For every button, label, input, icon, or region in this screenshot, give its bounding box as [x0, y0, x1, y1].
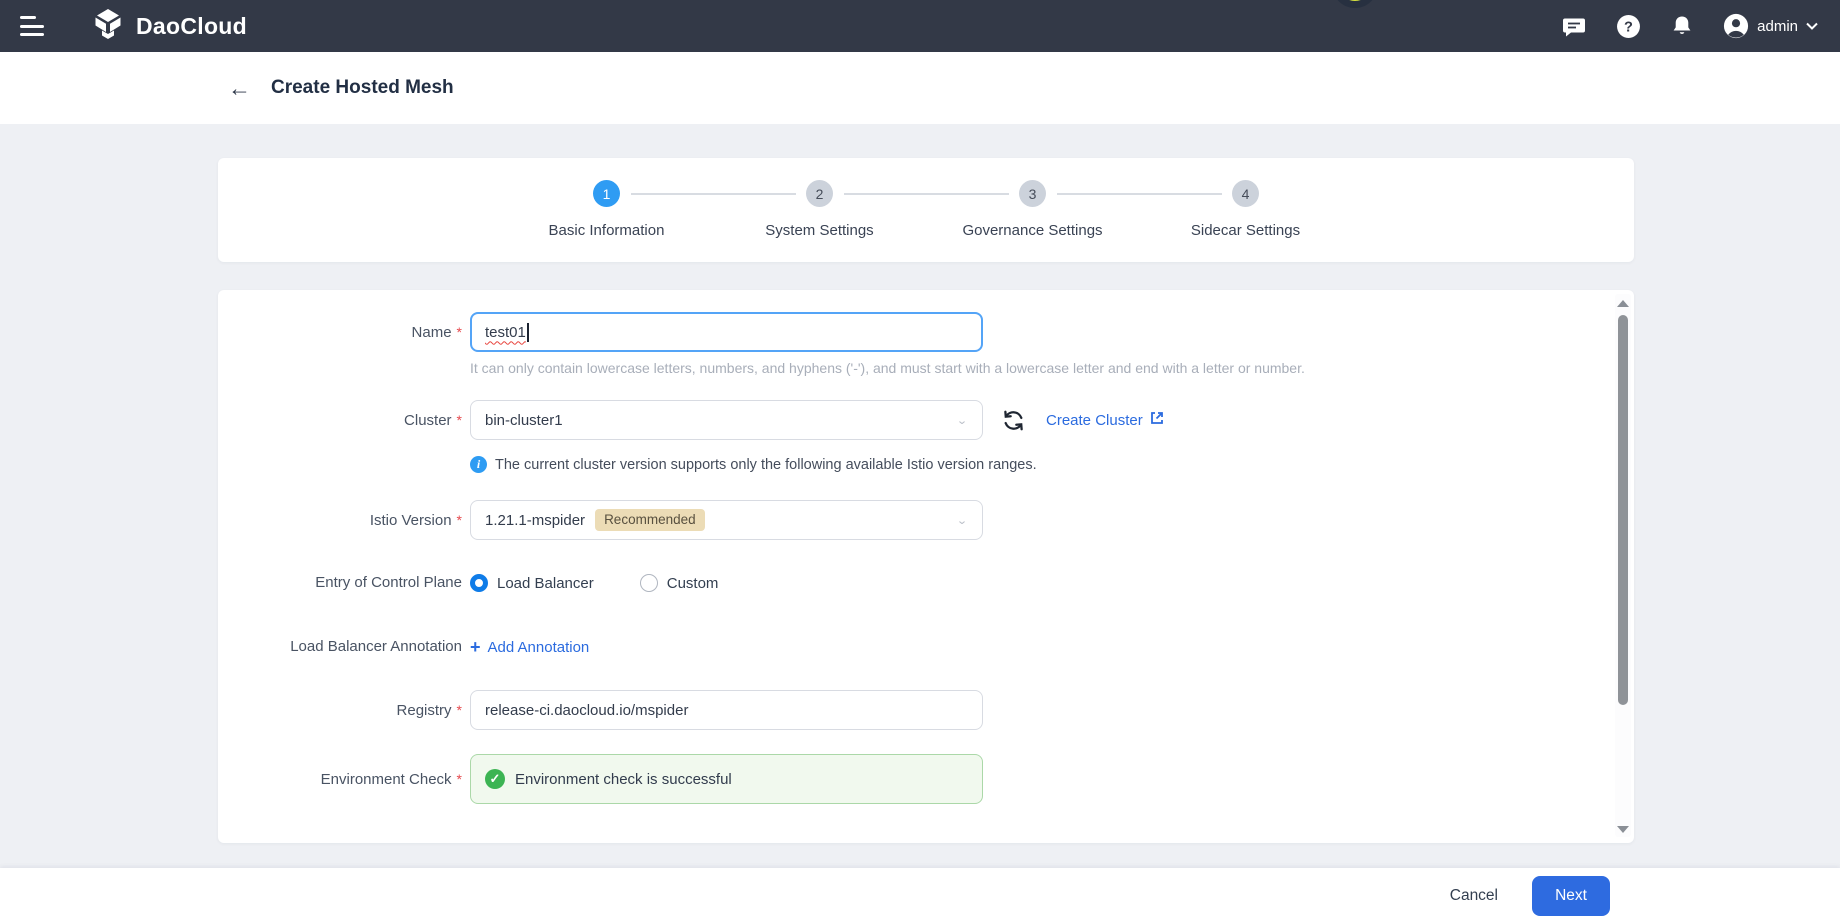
step-circle: 3 [1019, 180, 1046, 207]
scrollbar-thumb[interactable] [1618, 315, 1628, 705]
user-menu[interactable]: admin [1723, 13, 1818, 39]
page-header: ← Create Hosted Mesh [0, 52, 1840, 124]
step-label: Sidecar Settings [1190, 222, 1301, 239]
avatar-icon [1723, 13, 1749, 39]
environment-check-label: Environment Check * [320, 771, 462, 788]
radio-label: Custom [666, 574, 719, 592]
required-asterisk: * [456, 412, 462, 428]
cluster-note-text: The current cluster version supports onl… [495, 456, 1037, 473]
step-label: Basic Information [548, 222, 665, 239]
cluster-note-row: i The current cluster version supports o… [470, 456, 1840, 473]
svg-text:?: ? [1624, 19, 1633, 35]
create-cluster-link[interactable]: Create Cluster [1046, 410, 1165, 430]
entry-of-control-plane-label: Entry of Control Plane [315, 574, 462, 591]
daocloud-logo-icon [90, 6, 126, 47]
step-circle: 2 [806, 180, 833, 207]
menu-toggle-icon[interactable] [20, 16, 46, 36]
radio-unselected-icon [639, 574, 658, 592]
istio-version-select[interactable]: 1.21.1-mspider Recommended ⌄ [470, 500, 983, 540]
step-governance-settings[interactable]: 3 Governance Settings [926, 180, 1222, 239]
name-label: Name * [411, 324, 462, 341]
step-label: System Settings [765, 222, 874, 239]
top-navbar: DaoCloud ? admin [0, 0, 1840, 52]
required-asterisk: * [456, 771, 462, 787]
registry-label: Registry * [396, 702, 462, 719]
step-circle: 4 [1232, 180, 1259, 207]
chevron-down-icon: ⌄ [956, 513, 968, 526]
name-input-value: test01 [485, 323, 526, 341]
cluster-select[interactable]: bin-cluster1 ⌄ [470, 400, 983, 440]
name-input[interactable]: test01 [470, 312, 983, 352]
refresh-clusters-icon[interactable] [1000, 407, 1026, 433]
step-basic-information[interactable]: 1 Basic Information [500, 180, 796, 239]
step-circle: 1 [593, 180, 620, 207]
form-scrollbar[interactable] [1615, 294, 1631, 837]
brand-name: DaoCloud [136, 12, 247, 39]
wizard-stepper: 1 Basic Information 2 System Settings 3 … [500, 180, 1352, 239]
radio-load-balancer[interactable]: Load Balancer [470, 574, 594, 592]
required-asterisk: * [456, 512, 462, 528]
feedback-icon[interactable] [1561, 13, 1587, 39]
environment-check-status: ✓ Environment check is successful [470, 754, 983, 804]
step-sidecar-settings[interactable]: 4 Sidecar Settings [1139, 180, 1352, 239]
add-annotation-label: Add Annotation [487, 638, 590, 656]
stepper-card: 1 Basic Information 2 System Settings 3 … [218, 158, 1634, 262]
next-button[interactable]: Next [1532, 876, 1610, 916]
external-link-icon [1149, 410, 1165, 430]
chevron-down-icon [1806, 17, 1818, 35]
success-check-icon: ✓ [485, 769, 505, 789]
step-label: Governance Settings [962, 222, 1103, 239]
cluster-select-value: bin-cluster1 [485, 411, 563, 429]
load-balancer-annotation-label: Load Balancer Annotation [290, 638, 462, 655]
page-title: Create Hosted Mesh [271, 77, 454, 98]
step-system-settings[interactable]: 2 System Settings [713, 180, 1009, 239]
cluster-label: Cluster * [404, 412, 462, 429]
scrollbar-up-arrow[interactable] [1617, 300, 1629, 307]
recommended-badge: Recommended [595, 509, 705, 531]
scrollbar-down-arrow[interactable] [1617, 826, 1629, 833]
basic-information-form-card: Name * test01 It can only contain lowerca… [218, 290, 1634, 843]
name-helper-row: It can only contain lowercase letters, n… [470, 360, 1840, 378]
back-arrow-icon[interactable]: ← [228, 76, 251, 100]
required-asterisk: * [456, 702, 462, 718]
registry-input[interactable]: release-ci.daocloud.io/mspider [470, 690, 983, 730]
chevron-down-icon: ⌄ [956, 413, 968, 426]
brand-logo[interactable]: DaoCloud [90, 6, 247, 47]
radio-label: Load Balancer [497, 574, 594, 592]
username-label: admin [1757, 17, 1798, 35]
radio-custom[interactable]: Custom [639, 574, 719, 592]
add-annotation-button[interactable]: + Add Annotation [470, 634, 589, 660]
cancel-button[interactable]: Cancel [1450, 887, 1498, 905]
istio-version-label: Istio Version * [369, 512, 462, 529]
info-icon: i [470, 456, 487, 473]
text-caret [526, 322, 529, 342]
plus-icon: + [470, 637, 481, 657]
assistant-peek-circle[interactable] [1332, 0, 1378, 8]
wizard-footer: Cancel Next [0, 868, 1840, 924]
required-asterisk: * [456, 324, 462, 340]
environment-check-message: Environment check is successful [515, 770, 732, 788]
name-helper-text: It can only contain lowercase letters, n… [470, 360, 1305, 376]
radio-selected-icon [470, 574, 488, 592]
registry-input-value: release-ci.daocloud.io/mspider [485, 701, 689, 719]
notifications-bell-icon[interactable] [1669, 13, 1695, 39]
istio-version-value: 1.21.1-mspider [485, 511, 586, 529]
help-icon[interactable]: ? [1615, 13, 1641, 39]
